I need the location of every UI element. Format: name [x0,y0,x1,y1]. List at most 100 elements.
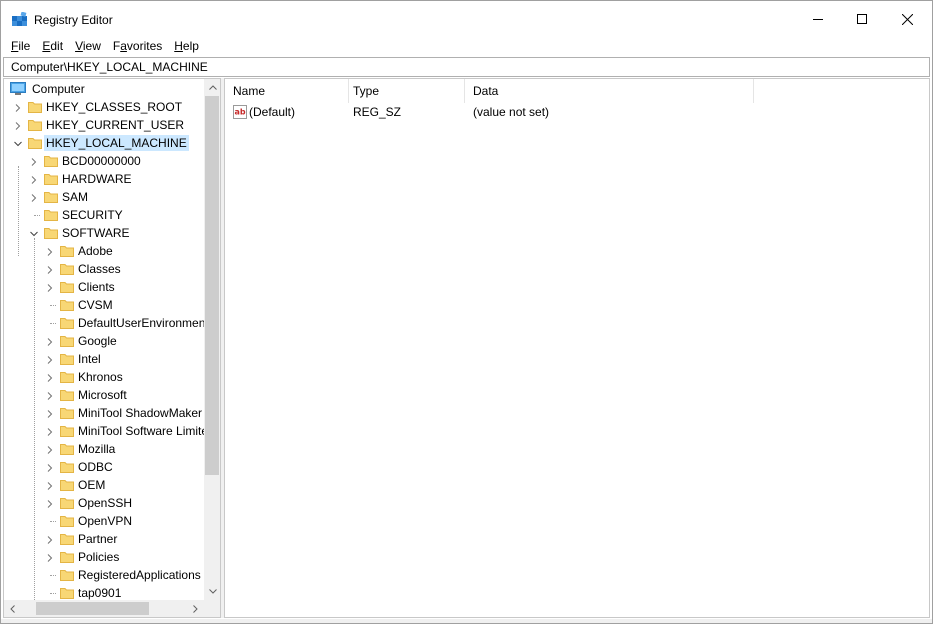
window-title: Registry Editor [34,13,113,27]
tree-item-label: OpenSSH [78,496,133,510]
tree-item-label: Partner [78,532,118,546]
tree-guide-line [18,166,19,256]
tree-item-label: Classes [78,262,121,276]
chevron-right-icon[interactable] [45,246,55,256]
chevron-right-icon[interactable] [29,174,39,184]
registry-editor-icon [12,11,28,28]
tree-item-label: Adobe [78,244,113,258]
values-list-pane[interactable]: Name Type Data ab (Default) REG_SZ (valu… [224,78,930,618]
menu-view[interactable]: View [69,37,107,56]
chevron-down-icon[interactable] [29,228,39,238]
chevron-right-icon[interactable] [13,120,23,130]
tree-item[interactable]: SECURITY [4,206,204,224]
menu-file[interactable]: File [5,37,36,56]
folder-icon [44,154,58,168]
chevron-right-icon[interactable] [29,192,39,202]
chevron-right-icon[interactable] [45,372,55,382]
folder-icon [60,460,74,474]
minimize-button[interactable] [795,1,841,37]
tree-item-computer[interactable]: Computer [4,80,204,98]
chevron-right-icon[interactable] [45,354,55,364]
tree-item[interactable]: HKEY_CLASSES_ROOT [4,98,204,116]
key-tree[interactable]: Computer HKEY_CLASSES_ROOT HKEY_CURRENT_US… [4,79,204,600]
registry-editor-window: Registry Editor File Edit View Favorites… [0,0,933,624]
svg-text:ab: ab [235,108,246,117]
folder-icon [60,550,74,564]
menu-help[interactable]: Help [168,37,205,56]
horizontal-scroll-thumb[interactable] [36,602,149,615]
tree-item[interactable]: HKEY_LOCAL_MACHINE [4,134,204,152]
chevron-right-icon[interactable] [45,480,55,490]
tree-item-label: HARDWARE [62,172,132,186]
chevron-down-icon[interactable] [13,138,23,148]
value-type: REG_SZ [353,105,402,119]
chevron-right-icon[interactable] [45,336,55,346]
tree-item-label: Policies [78,550,120,564]
column-header-data[interactable]: Data [465,79,754,103]
tree-item[interactable]: SAM [4,188,204,206]
tree-connector-line [50,521,56,522]
chevron-right-icon[interactable] [45,462,55,472]
maximize-button[interactable] [839,1,885,37]
value-row[interactable]: ab (Default) REG_SZ (value not set) [225,103,929,122]
menu-edit[interactable]: Edit [36,37,69,56]
tree-item-label: CVSM [78,298,113,312]
values-list-header: Name Type Data [225,79,929,103]
tree-item-label: HKEY_LOCAL_MACHINE [44,135,189,151]
menu-bar: File Edit View Favorites Help [1,37,932,56]
folder-icon [60,424,74,438]
chevron-left-icon [10,604,15,613]
key-tree-pane[interactable]: Computer HKEY_CLASSES_ROOT HKEY_CURRENT_US… [3,78,221,618]
scroll-left-button[interactable] [4,600,21,617]
scrollbar-corner [204,600,220,617]
folder-icon [60,370,74,384]
chevron-down-icon [208,589,217,594]
tree-item[interactable]: HARDWARE [4,170,204,188]
tree-item-label: Intel [78,352,101,366]
chevron-right-icon[interactable] [45,552,55,562]
chevron-right-icon[interactable] [45,444,55,454]
column-header-type[interactable]: Type [345,79,465,103]
scroll-down-button[interactable] [204,583,220,600]
tree-item-label: MiniTool Software Limited [78,424,204,438]
scroll-up-button[interactable] [204,79,220,96]
menu-favorites[interactable]: Favorites [107,37,168,56]
chevron-right-icon[interactable] [45,534,55,544]
folder-icon [28,136,42,150]
scroll-right-button[interactable] [187,600,204,617]
tree-item-label: SAM [62,190,89,204]
chevron-right-icon[interactable] [29,156,39,166]
tree-item[interactable]: BCD00000000 [4,152,204,170]
chevron-right-icon[interactable] [45,282,55,292]
column-header-name[interactable]: Name [225,79,349,103]
tree-item[interactable]: HKEY_CURRENT_USER [4,116,204,134]
tree-vertical-scrollbar[interactable] [204,79,220,600]
chevron-right-icon[interactable] [45,390,55,400]
folder-icon [60,298,74,312]
address-bar[interactable]: Computer\HKEY_LOCAL_MACHINE [3,57,930,77]
folder-icon [60,568,74,582]
chevron-up-icon [208,85,217,90]
chevron-right-icon[interactable] [45,498,55,508]
tree-item-label: Khronos [78,370,123,384]
folder-icon [60,586,74,600]
folder-icon [60,352,74,366]
tree-item-label: RegisteredApplications [78,568,201,582]
tree-item-label: HKEY_CLASSES_ROOT [46,100,183,114]
chevron-right-icon[interactable] [13,102,23,112]
close-button[interactable] [884,1,930,37]
chevron-right-icon[interactable] [45,264,55,274]
tree-item-label: SOFTWARE [62,226,130,240]
tree-connector-line [34,215,40,216]
folder-icon [60,478,74,492]
chevron-right-icon[interactable] [45,426,55,436]
tree-item-label: DefaultUserEnvironment [78,316,204,330]
tree-horizontal-scrollbar[interactable] [4,600,204,617]
computer-icon [10,82,26,96]
folder-icon [44,172,58,186]
title-bar[interactable]: Registry Editor [1,1,932,37]
vertical-scroll-thumb[interactable] [205,96,219,475]
chevron-right-icon[interactable] [45,408,55,418]
tree-connector-line [50,305,56,306]
folder-icon [60,388,74,402]
